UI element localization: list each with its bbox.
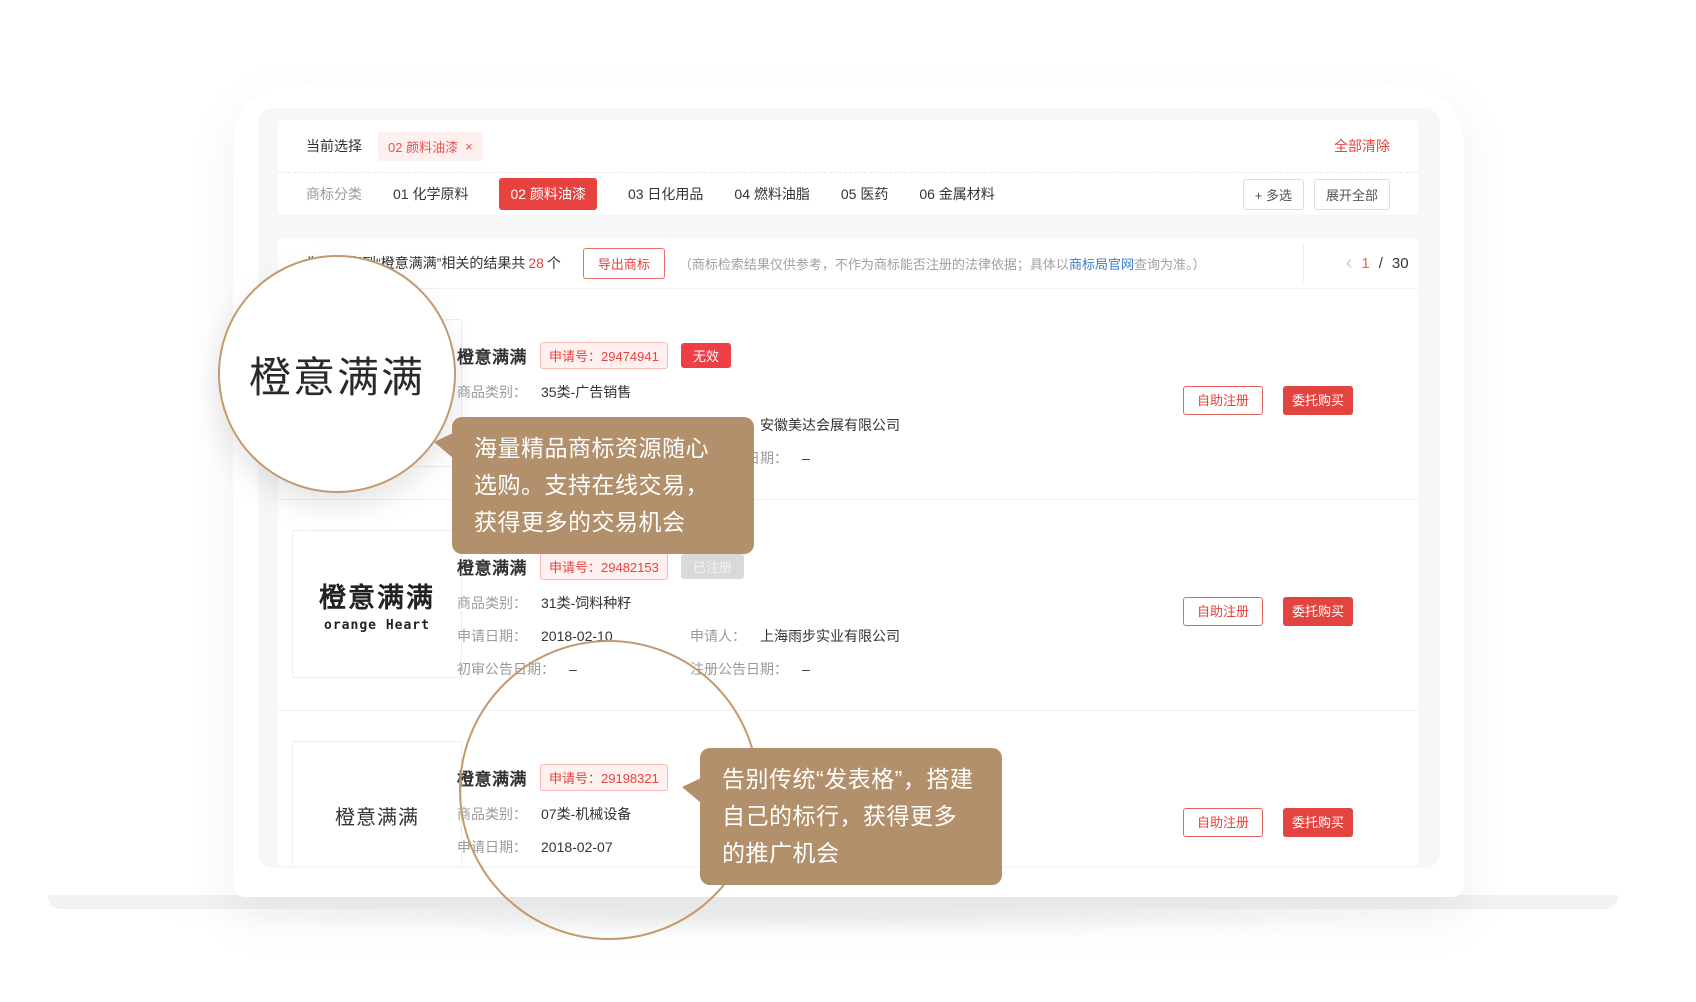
row-actions: 自助注册 委托购买 <box>1183 386 1353 415</box>
laptop-base <box>48 895 1618 909</box>
remove-tag-icon[interactable]: × <box>465 139 473 154</box>
category-item-02-selected[interactable]: 02 颜料油漆 <box>499 178 596 210</box>
category-value: 35类-广告销售 <box>541 382 631 402</box>
apply-date-label: 申请日期： <box>457 837 527 857</box>
multi-select-button[interactable]: + 多选 <box>1243 179 1304 210</box>
trademark-image[interactable]: 橙意满满 <box>292 741 462 866</box>
category-value: 31类-饲料种籽 <box>541 593 631 613</box>
category-label: 商品类别： <box>457 382 527 402</box>
entrust-buy-button[interactable]: 委托购买 <box>1283 597 1353 626</box>
trademark-image-text: 橙意满满 <box>319 576 435 615</box>
trademark-details: 橙意满满 申请号：29482153 已注册 商品类别： 31类-饲料种籽 申请日期… <box>457 553 900 679</box>
status-badge: 无效 <box>681 343 731 368</box>
filter-card: 当前选择 02 颜料油漆 × 全部清除 商标分类 01 化学原料 02 颜料油漆… <box>278 120 1418 215</box>
app-no-value: 29198321 <box>601 771 659 786</box>
trademark-name: 橙意满满 <box>457 343 527 368</box>
page-separator: / <box>1379 255 1383 272</box>
app-no-label: 申请号： <box>549 560 601 575</box>
self-register-button[interactable]: 自助注册 <box>1183 597 1263 626</box>
trademark-details: 橙意满满 申请号：29198321 商品类别： 07类-机械设备 申请日期： 201… <box>457 764 690 866</box>
app-no-label: 申请号： <box>549 771 601 786</box>
apply-date-value: 2018-02-10 <box>541 628 613 644</box>
selected-filter-tag-text: 02 颜料油漆 <box>388 137 458 156</box>
app-no-value: 29474941 <box>601 349 659 364</box>
applicant-value: 上海雨步实业有限公司 <box>760 626 900 646</box>
trademark-office-link[interactable]: 商标局官网 <box>1069 257 1134 272</box>
self-register-button[interactable]: 自助注册 <box>1183 808 1263 837</box>
application-number-badge: 申请号：29482153 <box>540 553 668 580</box>
applicant-label: 申请人： <box>690 626 746 646</box>
current-selection-label: 当前选择 <box>306 136 362 156</box>
apply-date-value: 2018-02-07 <box>541 839 613 855</box>
pagination: ‹ 1 / 30 › <box>1310 238 1418 288</box>
magnifier-lens: 橙意满满 <box>218 255 456 493</box>
table-row: 橙意满满 orange Heart 橙意满满 申请号：29482153 已注册 … <box>278 500 1418 711</box>
category-label: 商品类别： <box>457 804 527 824</box>
feature-tooltip-trade: 海量精品商标资源随心选购。支持在线交易，获得更多的交易机会 <box>452 417 754 554</box>
category-item-04[interactable]: 04 燃料油脂 <box>734 184 809 204</box>
total-pages: 30 <box>1392 255 1409 272</box>
trademark-image-text: 橙意满满 <box>335 801 419 830</box>
disclaimer-suffix: 查询为准。） <box>1134 257 1206 272</box>
row-actions: 自助注册 委托购买 <box>1183 808 1353 837</box>
result-count-unit: 个 <box>547 255 561 271</box>
application-number-badge: 申请号：29198321 <box>540 764 668 791</box>
category-item-06[interactable]: 06 金属材料 <box>919 184 994 204</box>
category-label: 商品类别： <box>457 593 527 613</box>
reg-notice-value: – <box>802 450 810 466</box>
clear-all-button[interactable]: 全部清除 <box>1334 136 1390 156</box>
trademark-image[interactable]: 橙意满满 orange Heart <box>292 530 462 678</box>
selected-filter-tag[interactable]: 02 颜料油漆 × <box>378 132 483 161</box>
magnified-trademark-text: 橙意满满 <box>249 344 425 405</box>
tooltip-arrow-icon <box>682 778 701 803</box>
result-count-number: 28 <box>528 255 544 271</box>
category-row: 商标分类 01 化学原料 02 颜料油漆 03 日化用品 04 燃料油脂 05 … <box>278 173 1418 215</box>
feature-tooltip-promotion: 告别传统“发表格”，搭建自己的标行，获得更多的推广机会 <box>700 748 1002 885</box>
category-item-03[interactable]: 03 日化用品 <box>628 184 703 204</box>
reg-notice-label: 注册公告日期： <box>690 659 788 679</box>
status-badge: 已注册 <box>681 554 744 579</box>
row-actions: 自助注册 委托购买 <box>1183 597 1353 626</box>
expand-all-button[interactable]: 展开全部 <box>1314 179 1390 210</box>
category-value: 07类-机械设备 <box>541 804 631 824</box>
pagination-divider <box>1303 244 1304 282</box>
trademark-name: 橙意满满 <box>457 554 527 579</box>
category-item-05[interactable]: 05 医药 <box>841 184 888 204</box>
reg-notice-value: – <box>802 661 810 677</box>
applicant-value: 安徽美达会展有限公司 <box>760 415 900 435</box>
apply-date-label: 申请日期： <box>457 626 527 646</box>
first-notice-value: – <box>569 661 577 677</box>
category-item-01[interactable]: 01 化学原料 <box>393 184 468 204</box>
disclaimer-text: （商标检索结果仅供参考，不作为商标能否注册的法律依据；具体以商标局官网查询为准。… <box>679 254 1206 273</box>
entrust-buy-button[interactable]: 委托购买 <box>1283 386 1353 415</box>
tooltip-text: 告别传统“发表格”，搭建自己的标行，获得更多的推广机会 <box>722 766 973 866</box>
results-header: 为您检索到“橙意满满”相关的结果共28个 导出商标 （商标检索结果仅供参考，不作… <box>278 238 1418 289</box>
export-trademarks-button[interactable]: 导出商标 <box>583 248 665 279</box>
trademark-name: 橙意满满 <box>457 765 527 790</box>
disclaimer-prefix: （商标检索结果仅供参考，不作为商标能否注册的法律依据；具体以 <box>679 257 1069 272</box>
current-page: 1 <box>1361 255 1369 272</box>
screenshot-stage: 当前选择 02 颜料油漆 × 全部清除 商标分类 01 化学原料 02 颜料油漆… <box>0 0 1696 1002</box>
current-selection-row: 当前选择 02 颜料油漆 × 全部清除 <box>278 120 1418 173</box>
app-no-label: 申请号： <box>549 349 601 364</box>
prev-page-icon[interactable]: ‹ <box>1346 253 1353 273</box>
trademark-image-subtext: orange Heart <box>324 618 430 633</box>
first-notice-label: 初审公告日期： <box>457 659 555 679</box>
tooltip-text: 海量精品商标资源随心选购。支持在线交易，获得更多的交易机会 <box>474 435 709 535</box>
tooltip-arrow-icon <box>434 433 453 458</box>
category-row-label: 商标分类 <box>306 184 362 204</box>
app-no-value: 29482153 <box>601 560 659 575</box>
entrust-buy-button[interactable]: 委托购买 <box>1283 808 1353 837</box>
application-number-badge: 申请号：29474941 <box>540 342 668 369</box>
self-register-button[interactable]: 自助注册 <box>1183 386 1263 415</box>
